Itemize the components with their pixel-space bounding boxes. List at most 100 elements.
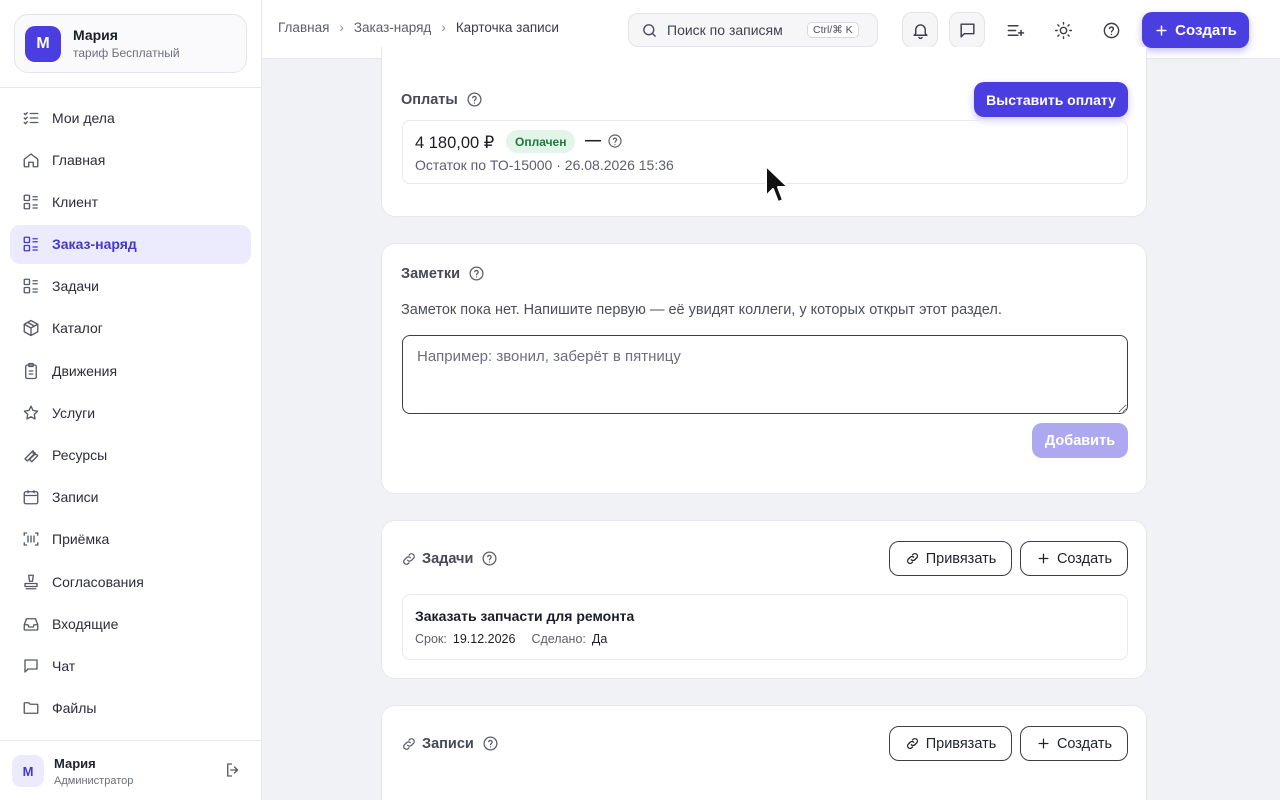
breadcrumb: Главная › Заказ-наряд › Карточка записи [278, 20, 559, 35]
inbox-icon [22, 615, 40, 633]
chat-icon [958, 21, 977, 40]
task-done-value: Да [591, 632, 608, 646]
sidebar-item-approvals[interactable]: Согласования [10, 562, 251, 601]
notes-title: Заметки [401, 265, 461, 282]
sidebar-item-home[interactable]: Главная [10, 140, 251, 179]
task-done-label: Сделано: [531, 632, 586, 646]
help-icon[interactable] [482, 735, 499, 752]
create-button[interactable]: Создать [1142, 12, 1249, 48]
bind-record-button[interactable]: Привязать [889, 726, 1012, 761]
list-icon [22, 235, 40, 253]
breadcrumb-home[interactable]: Главная [278, 20, 329, 35]
link-icon [905, 736, 926, 751]
create-task-button[interactable]: Создать [1020, 541, 1128, 576]
sidebar-item-label: Записи [52, 489, 99, 506]
theme-toggle-button[interactable] [1045, 12, 1081, 48]
search-shortcut: Ctrl/⌘ K [807, 22, 859, 38]
user-name: Мария [54, 755, 96, 771]
sidebar-item-services[interactable]: Услуги [10, 393, 251, 432]
list-icon [22, 277, 40, 295]
sidebar-item-label: Чат [52, 657, 76, 674]
sidebar-item-catalog[interactable]: Каталог [10, 309, 251, 348]
breadcrumb-section[interactable]: Заказ-наряд [354, 20, 431, 35]
records-title: Записи [422, 735, 474, 752]
workspace-avatar: M [25, 25, 61, 62]
workspace-plan: тариф Бесплатный [73, 46, 180, 60]
notifications-button[interactable] [902, 12, 938, 48]
tasks-header: Задачи [401, 550, 498, 567]
sidebar-item-work-order[interactable]: Заказ-наряд [10, 224, 251, 264]
sidebar: M Мария тариф Бесплатный Мои дела Главна… [0, 0, 262, 800]
sidebar-item-client[interactable]: Клиент [10, 182, 251, 221]
help-icon[interactable] [468, 265, 485, 282]
messages-button[interactable] [949, 12, 985, 48]
create-task-label: Создать [1056, 550, 1113, 567]
task-due-label: Срок: [415, 632, 447, 646]
sidebar-item-movements[interactable]: Движения [10, 351, 251, 390]
sidebar-item-label: Клиент [52, 193, 99, 210]
plus-icon [1036, 736, 1057, 751]
sidebar-item-records[interactable]: Записи [10, 478, 251, 517]
sidebar-item-my-tasks[interactable]: Мои дела [10, 98, 251, 137]
link-icon [401, 736, 417, 752]
sidebar-item-label: Приёмка [52, 531, 110, 548]
sidebar-item-chat[interactable]: Чат [10, 646, 251, 685]
sidebar-divider [0, 87, 262, 88]
help-icon[interactable] [481, 550, 498, 567]
help-icon[interactable] [466, 91, 483, 108]
sidebar-item-tasks[interactable]: Задачи [10, 267, 251, 306]
box-icon [22, 319, 40, 337]
search-input[interactable] [667, 22, 797, 38]
help-icon [1102, 21, 1121, 40]
sidebar-item-label: Входящие [52, 615, 119, 632]
workspace-switcher[interactable]: M Мария тариф Бесплатный [14, 14, 247, 73]
task-title: Заказать запчасти для ремонта [415, 608, 635, 624]
payments-title: Оплаты [401, 91, 458, 108]
list-icon [22, 193, 40, 211]
list-add-icon [1006, 21, 1025, 40]
calendar-icon [22, 488, 40, 506]
sidebar-item-label: Каталог [52, 320, 103, 337]
plus-icon [1154, 23, 1175, 38]
avatar: M [12, 755, 44, 787]
stamp-icon [22, 573, 40, 591]
bind-task-button[interactable]: Привязать [889, 541, 1012, 576]
add-note-button[interactable]: Добавить [1032, 423, 1128, 458]
note-textarea[interactable] [402, 335, 1128, 414]
list-item[interactable]: Заказать запчасти для ремонта Срок: 19.1… [402, 594, 1128, 660]
create-record-label: Создать [1056, 735, 1113, 752]
payment-amount: 4 180,00 ₽ [415, 134, 495, 152]
star-icon [22, 404, 40, 422]
clipboard-icon [22, 362, 40, 380]
sidebar-item-label: Услуги [52, 404, 96, 421]
home-icon [22, 151, 40, 169]
checklist-icon [22, 109, 40, 127]
sidebar-item-files[interactable]: Файлы [10, 689, 251, 728]
logout-icon[interactable] [224, 761, 242, 779]
task-meta: Срок: 19.12.2026 Сделано: Да [415, 632, 623, 646]
user-role: Администратор [54, 774, 134, 787]
issue-payment-button[interactable]: Выставить оплату [974, 82, 1128, 117]
sidebar-item-label: Главная [52, 151, 106, 168]
tasks-title: Задачи [422, 550, 474, 567]
create-record-button[interactable]: Создать [1020, 726, 1128, 761]
sidebar-item-label: Ресурсы [52, 447, 108, 463]
plus-icon [1036, 551, 1057, 566]
payment-subtitle: Остаток по ТО-15000 · 26.08.2026 15:36 [415, 157, 674, 173]
user-profile[interactable]: M Мария Администратор [0, 742, 262, 800]
sidebar-item-label: Заказ-наряд [52, 236, 137, 253]
link-icon [905, 551, 926, 566]
chat-icon [22, 657, 40, 675]
help-icon[interactable] [607, 133, 623, 149]
sidebar-item-resources[interactable]: Ресурсы [10, 436, 251, 475]
chevron-right-icon: › [441, 20, 446, 35]
search-box[interactable]: Ctrl/⌘ K [628, 13, 878, 47]
quick-add-list-button[interactable] [997, 12, 1033, 48]
sidebar-item-label: Файлы [52, 700, 97, 717]
workspace-name: Мария [73, 27, 118, 43]
notes-empty-text: Заметок пока нет. Напишите первую — её у… [401, 302, 1002, 318]
help-button[interactable] [1093, 12, 1129, 48]
sidebar-item-inbox[interactable]: Входящие [10, 604, 251, 643]
sidebar-item-intake[interactable]: Приёмка [10, 520, 251, 559]
bind-task-label: Привязать [925, 550, 997, 567]
